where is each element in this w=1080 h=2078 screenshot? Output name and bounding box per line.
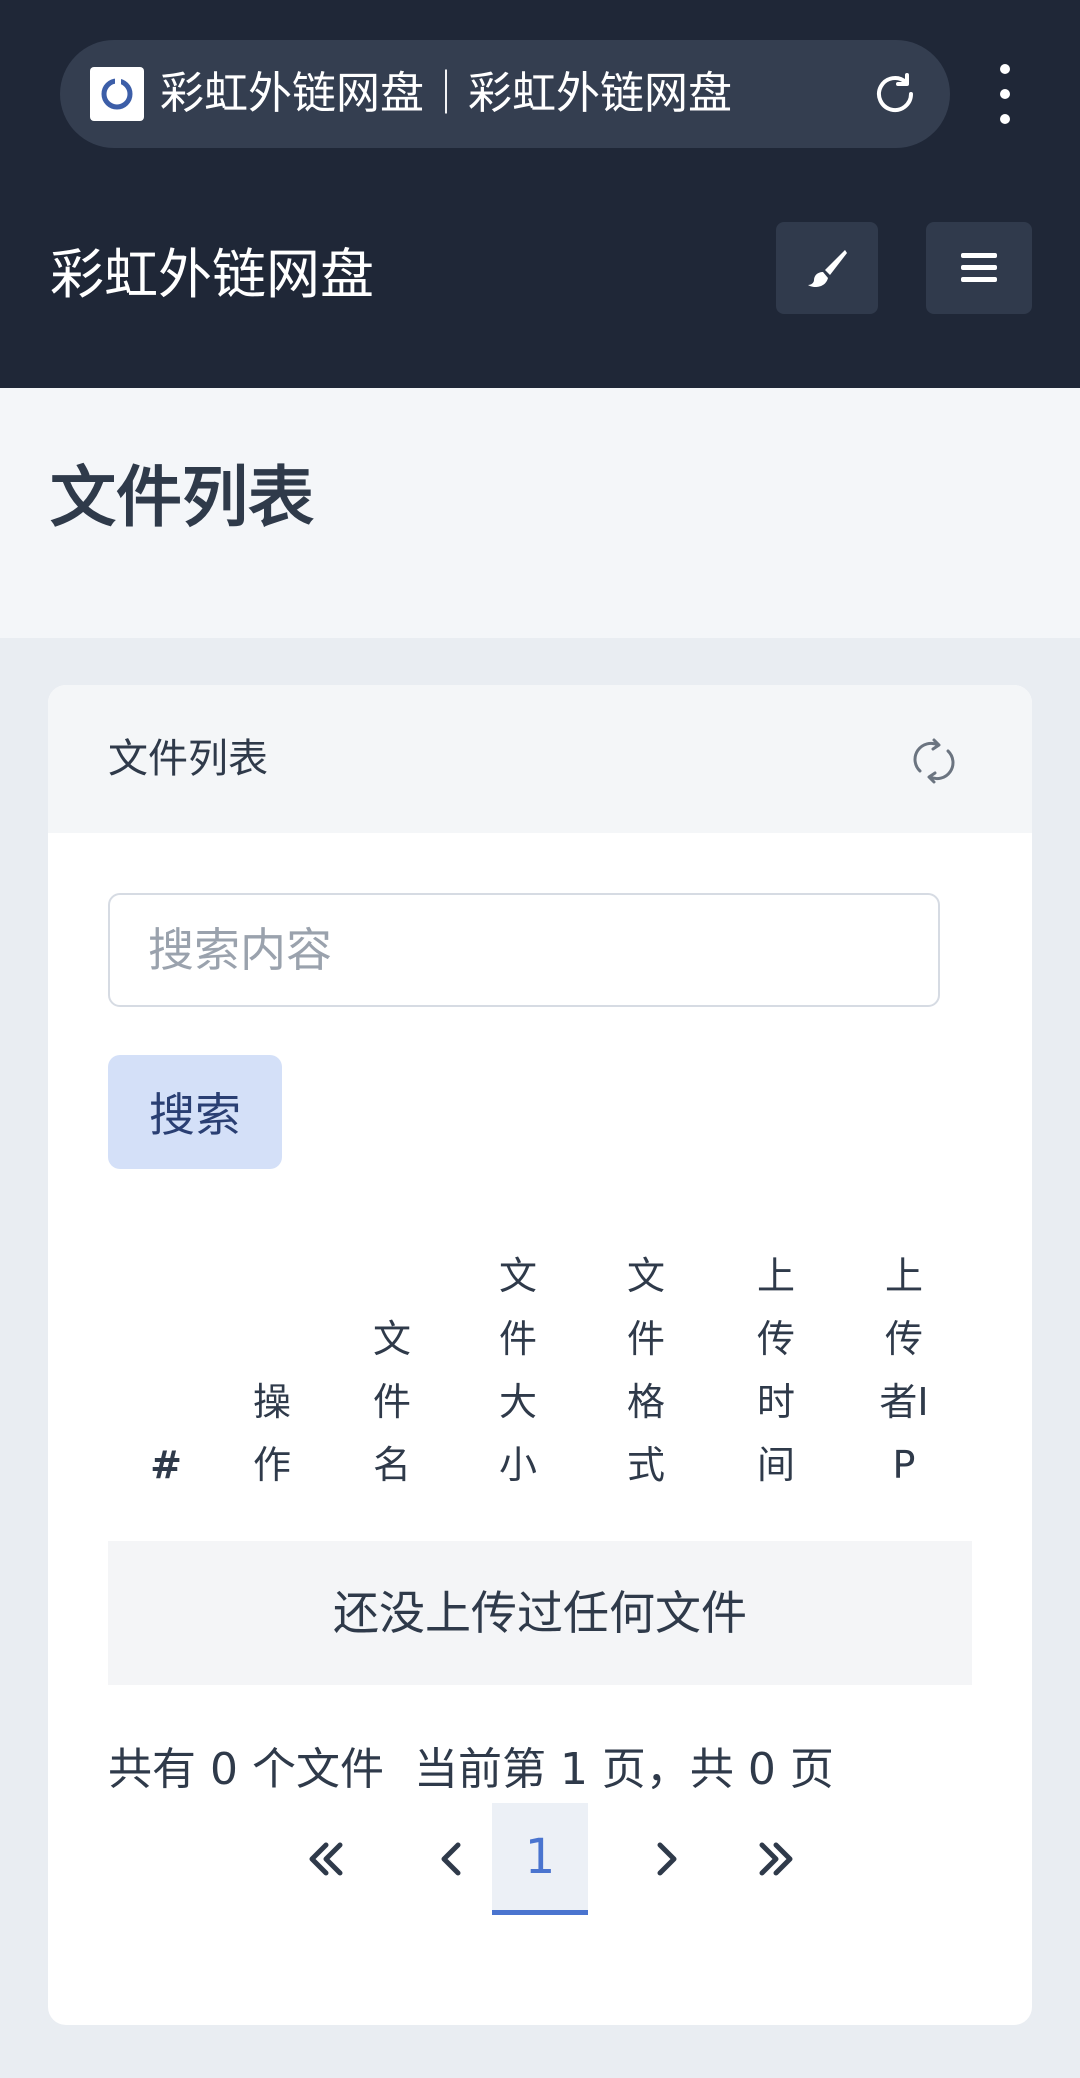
- last-page-button[interactable]: [728, 1803, 824, 1915]
- table-header: # 操作 文件名 文件大小 文件格式 上传时间 上传者IP: [108, 1254, 972, 1505]
- page-tab-title: 彩虹外链网盘｜彩虹外链网盘: [160, 68, 732, 119]
- search-button[interactable]: 搜索: [108, 1055, 282, 1169]
- file-list-card: 文件列表 搜索 # 操作 文件名 文件大小 文件格式 上传时间 上传者IP 还没…: [48, 685, 1032, 2025]
- card-title: 文件列表: [108, 736, 268, 782]
- hamburger-icon: [961, 253, 997, 282]
- column-header-format: 文件格式: [626, 1254, 665, 1487]
- previous-page-button[interactable]: [404, 1803, 500, 1915]
- chevron-left-icon: [441, 1842, 461, 1876]
- app-title[interactable]: 彩虹外链网盘: [50, 190, 374, 360]
- current-page-button[interactable]: 1: [492, 1803, 588, 1915]
- site-favicon-icon: [90, 67, 144, 121]
- empty-table-message: 还没上传过任何文件: [108, 1541, 972, 1685]
- next-page-button[interactable]: [618, 1803, 714, 1915]
- page-title: 文件列表: [50, 459, 314, 536]
- address-bar[interactable]: 彩虹外链网盘｜彩虹外链网盘: [60, 40, 950, 148]
- search-input[interactable]: [108, 893, 940, 1007]
- page-heading: 文件列表: [0, 388, 1080, 638]
- first-page-button[interactable]: [278, 1803, 374, 1915]
- chevron-right-icon: [657, 1842, 677, 1876]
- column-header-filesize: 文件大小: [498, 1254, 537, 1487]
- card-header: 文件列表: [48, 685, 1032, 833]
- browser-toolbar: 彩虹外链网盘｜彩虹外链网盘: [0, 0, 1080, 190]
- column-header-filename: 文件名: [372, 1317, 411, 1487]
- pagination: 1: [48, 1803, 1032, 1921]
- total-files-text: 共有 0 个文件: [108, 1744, 384, 1795]
- double-chevron-left-icon: [309, 1842, 343, 1876]
- theme-button[interactable]: [776, 222, 878, 314]
- double-chevron-right-icon: [759, 1842, 793, 1876]
- refresh-icon[interactable]: [908, 735, 960, 787]
- reload-icon[interactable]: [870, 69, 920, 119]
- app-header: 彩虹外链网盘: [0, 190, 1080, 388]
- menu-button[interactable]: [926, 222, 1032, 314]
- column-header-actions: 操作: [252, 1380, 291, 1487]
- brush-icon: [808, 250, 847, 288]
- column-header-uploader-ip: 上传者IP: [879, 1254, 929, 1487]
- page-info-text: 当前第 1 页，共 0 页: [413, 1744, 834, 1795]
- browser-menu-icon[interactable]: [990, 64, 1020, 124]
- file-summary: 共有 0 个文件 当前第 1 页，共 0 页: [108, 1735, 834, 1805]
- column-header-index: #: [150, 1443, 182, 1487]
- column-header-upload-time: 上传时间: [756, 1254, 795, 1487]
